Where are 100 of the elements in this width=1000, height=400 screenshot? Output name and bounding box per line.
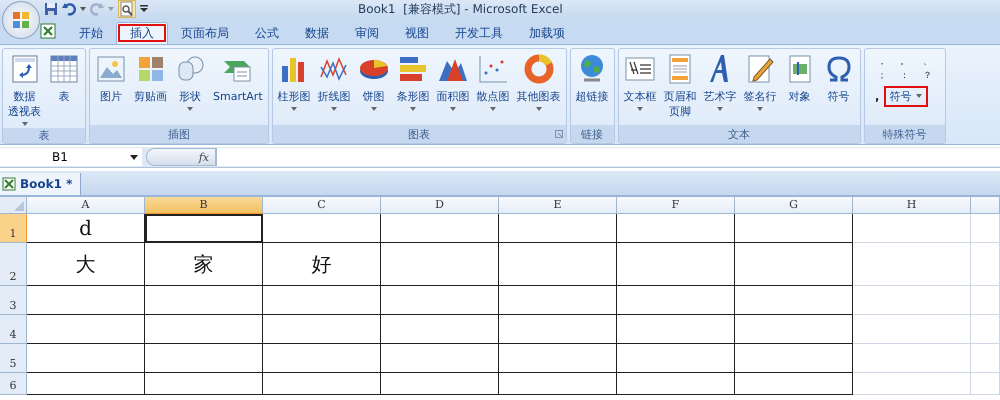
name-box[interactable]: B1: [0, 148, 142, 166]
table-cell[interactable]: 家: [145, 243, 263, 286]
ribbon-button[interactable]: SmartArt: [210, 51, 266, 125]
symbol-button[interactable]: ，: [870, 87, 884, 105]
ribbon-button[interactable]: 签名行: [740, 51, 780, 125]
table-cell[interactable]: [499, 344, 617, 373]
ribbon-button[interactable]: 对象: [780, 51, 819, 125]
symbol-button[interactable]: 。: [893, 55, 916, 69]
table-cell[interactable]: [381, 315, 499, 344]
row-header[interactable]: 2: [0, 243, 27, 286]
ribbon-button[interactable]: 表: [45, 51, 83, 128]
table-cell[interactable]: [263, 344, 381, 373]
ribbon-button[interactable]: 超链接: [572, 51, 612, 125]
table-cell[interactable]: [617, 286, 735, 315]
table-cell[interactable]: [381, 373, 499, 395]
column-header[interactable]: F: [617, 197, 735, 214]
ribbon-button[interactable]: 折线图: [314, 51, 354, 125]
table-cell[interactable]: [381, 286, 499, 315]
table-cell[interactable]: [145, 315, 263, 344]
ribbon-tab[interactable]: 审阅: [342, 22, 392, 44]
office-button[interactable]: [2, 1, 40, 39]
caret-icon[interactable]: [80, 7, 86, 11]
symbol-button[interactable]: ，: [870, 55, 894, 69]
ribbon-button[interactable]: 符号: [820, 51, 858, 125]
print-preview-icon[interactable]: [118, 0, 136, 18]
table-cell[interactable]: [499, 214, 617, 243]
save-icon[interactable]: [44, 2, 58, 16]
table-cell[interactable]: [263, 286, 381, 315]
table-cell[interactable]: [381, 243, 499, 286]
ribbon-button[interactable]: 散点图: [474, 51, 513, 125]
ribbon-button[interactable]: 面积图: [434, 51, 473, 125]
table-cell[interactable]: [617, 214, 735, 243]
table-cell[interactable]: 大: [27, 243, 145, 286]
column-header[interactable]: C: [263, 197, 381, 214]
table-cell[interactable]: [735, 243, 853, 286]
table-cell[interactable]: [499, 243, 617, 286]
ribbon-button[interactable]: 页眉和 页脚: [660, 51, 700, 125]
table-cell[interactable]: [735, 286, 853, 315]
table-cell[interactable]: [617, 344, 735, 373]
formula-input[interactable]: [216, 148, 1000, 166]
ribbon-button[interactable]: 图片: [92, 51, 130, 125]
table-cell[interactable]: [735, 344, 853, 373]
undo-icon[interactable]: [62, 2, 76, 16]
ribbon-tab[interactable]: 页面布局: [168, 22, 242, 44]
table-cell[interactable]: [735, 214, 853, 243]
table-cell[interactable]: [145, 286, 263, 315]
table-cell[interactable]: 好: [263, 243, 381, 286]
table-cell[interactable]: [617, 315, 735, 344]
ribbon-tab[interactable]: 视图: [392, 22, 442, 44]
table-cell[interactable]: [381, 344, 499, 373]
row-header[interactable]: 6: [0, 373, 27, 395]
table-cell[interactable]: [145, 373, 263, 395]
ribbon-button[interactable]: 柱形图: [274, 51, 314, 125]
ribbon-tab[interactable]: 开发工具: [442, 22, 516, 44]
workbook-tab[interactable]: Book1 *: [0, 173, 82, 195]
column-header[interactable]: G: [735, 197, 853, 214]
column-header[interactable]: H: [853, 197, 971, 214]
row-header[interactable]: 1: [0, 214, 27, 243]
ribbon-tab[interactable]: 开始: [66, 22, 116, 44]
table-cell[interactable]: [381, 214, 499, 243]
table-cell[interactable]: [499, 373, 617, 395]
table-cell[interactable]: [27, 344, 145, 373]
ribbon-button[interactable]: 其他图表: [514, 51, 564, 125]
table-cell[interactable]: [735, 315, 853, 344]
table-cell[interactable]: [27, 315, 145, 344]
customize-caret-icon[interactable]: [140, 5, 148, 13]
table-cell[interactable]: [145, 344, 263, 373]
symbol-button[interactable]: ：: [893, 69, 916, 83]
row-header[interactable]: 3: [0, 286, 27, 315]
ribbon-button[interactable]: 艺术字: [700, 51, 740, 125]
ribbon-tab[interactable]: 数据: [292, 22, 342, 44]
ribbon-tab[interactable]: 公式: [242, 22, 292, 44]
column-header[interactable]: D: [381, 197, 499, 214]
table-cell[interactable]: [735, 373, 853, 395]
column-header[interactable]: B: [145, 197, 263, 214]
table-cell[interactable]: [499, 315, 617, 344]
ribbon-button[interactable]: 剪贴画: [131, 51, 170, 125]
insert-function-button[interactable]: fx: [146, 148, 216, 166]
ribbon-tab[interactable]: 插入: [116, 22, 168, 44]
symbol-button[interactable]: ？: [916, 69, 939, 83]
table-cell[interactable]: [617, 243, 735, 286]
row-header[interactable]: 5: [0, 344, 27, 373]
symbol-button[interactable]: 、: [916, 55, 939, 69]
column-header[interactable]: E: [499, 197, 617, 214]
table-cell[interactable]: [617, 373, 735, 395]
table-cell[interactable]: d: [27, 214, 145, 243]
ribbon-button[interactable]: 条形图: [394, 51, 433, 125]
table-cell[interactable]: [27, 373, 145, 395]
row-header[interactable]: 4: [0, 315, 27, 344]
table-cell[interactable]: [263, 214, 381, 243]
ribbon-button[interactable]: 数据 透视表: [5, 51, 44, 128]
table-cell[interactable]: [263, 373, 381, 395]
ribbon-button[interactable]: 形状: [171, 51, 209, 125]
active-cell[interactable]: [145, 214, 263, 243]
table-cell[interactable]: [27, 286, 145, 315]
symbol-button[interactable]: ；: [870, 69, 894, 83]
table-cell[interactable]: [499, 286, 617, 315]
ribbon-button[interactable]: 文本框: [620, 51, 660, 125]
symbol-menu-button[interactable]: 符号: [886, 88, 926, 104]
column-header[interactable]: A: [27, 197, 145, 214]
